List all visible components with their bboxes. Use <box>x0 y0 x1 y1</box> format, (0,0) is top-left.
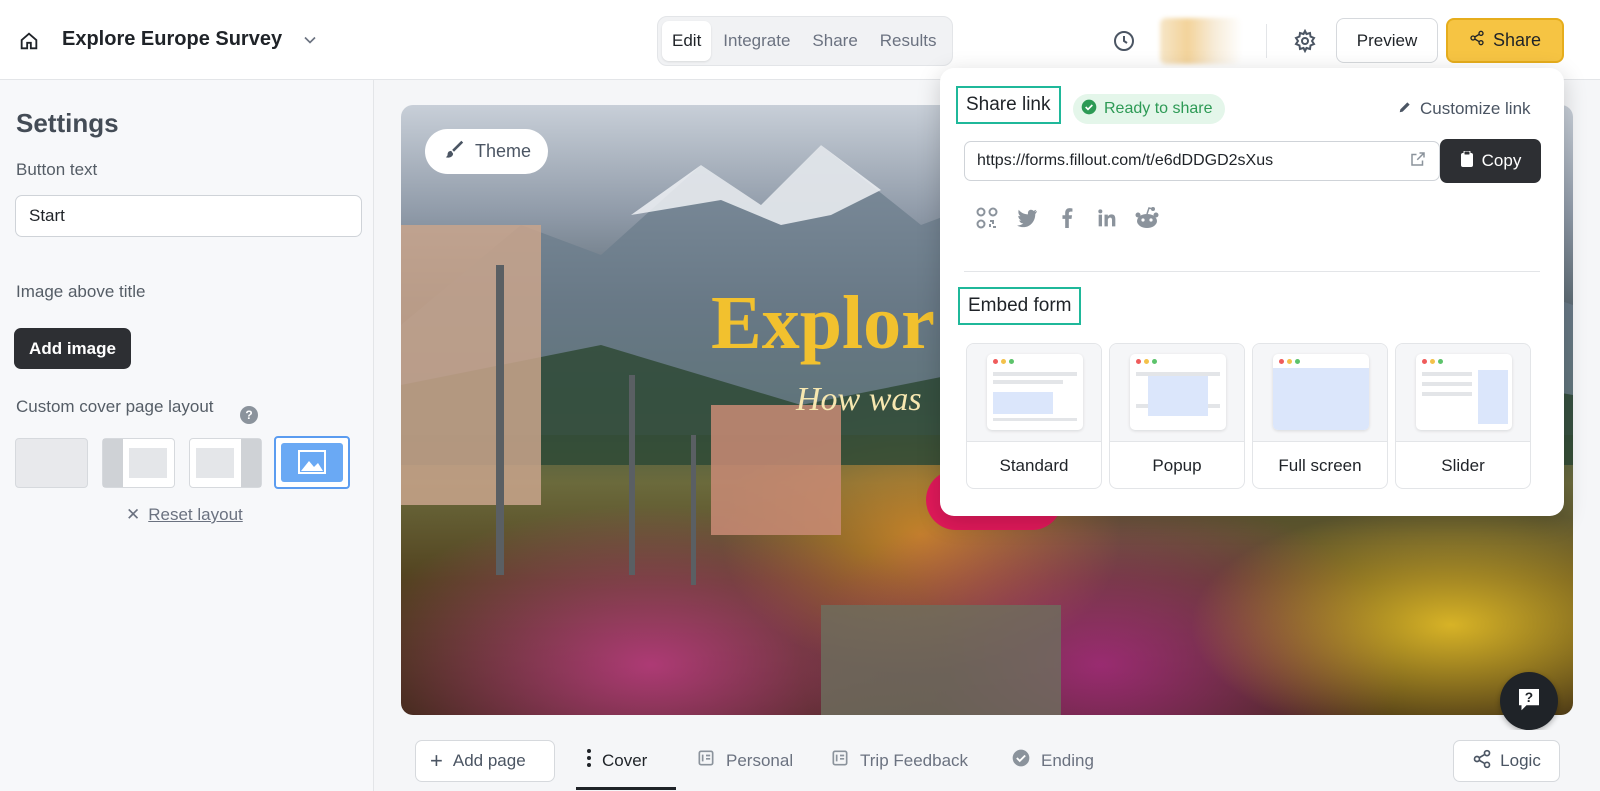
form-page-icon <box>696 748 716 773</box>
theme-button[interactable]: Theme <box>425 129 548 174</box>
check-circle-icon <box>1011 748 1031 773</box>
embed-popup-preview <box>1110 344 1244 442</box>
layout-option-right-image[interactable] <box>189 438 262 488</box>
settings-title: Settings <box>16 108 119 138</box>
add-image-button[interactable]: Add image <box>14 328 131 369</box>
layout-option-background-image[interactable] <box>274 436 350 489</box>
qr-code-icon[interactable] <box>974 205 1000 231</box>
page-tab-cover[interactable]: Cover <box>586 748 647 773</box>
image-icon <box>281 443 343 482</box>
reset-layout-link[interactable]: ✕ Reset layout <box>126 505 243 525</box>
clipboard-icon <box>1460 150 1474 172</box>
tab-share[interactable]: Share <box>802 21 867 61</box>
image-above-title-label: Image above title <box>16 282 146 301</box>
page-tab-ending[interactable]: Ending <box>1011 748 1094 773</box>
embed-option-standard[interactable]: Standard <box>966 343 1102 489</box>
copy-button[interactable]: Copy <box>1440 139 1541 183</box>
embed-option-full-screen[interactable]: Full screen <box>1252 343 1388 489</box>
gear-icon[interactable] <box>1293 28 1317 54</box>
share-icon <box>1469 30 1485 51</box>
pencil-icon <box>1398 99 1412 119</box>
dots-vertical-icon <box>586 748 592 773</box>
form-page-icon <box>830 748 850 773</box>
divider <box>1266 24 1267 58</box>
active-page-indicator <box>576 787 676 790</box>
page-bar <box>375 730 1600 791</box>
embed-standard-preview <box>967 344 1101 442</box>
share-button[interactable]: Share <box>1446 18 1564 63</box>
embed-slider-preview <box>1396 344 1530 442</box>
check-circle-icon <box>1081 99 1097 120</box>
logic-button[interactable]: Logic <box>1453 740 1560 782</box>
page-tab-personal[interactable]: Personal <box>696 748 793 773</box>
embed-option-slider[interactable]: Slider <box>1395 343 1531 489</box>
facebook-icon[interactable] <box>1054 205 1080 231</box>
help-chat-button[interactable]: ? <box>1500 672 1558 730</box>
reddit-icon[interactable] <box>1134 205 1160 231</box>
cover-layout-label: Custom cover page layout <box>16 397 214 416</box>
share-popup: Share link Ready to share Customize link… <box>940 68 1564 516</box>
add-page-button[interactable]: + Add page <box>415 740 555 782</box>
share-link-field[interactable]: https://forms.fillout.com/t/e6dDDGD2sXus <box>964 141 1440 181</box>
status-badge: Ready to share <box>1073 94 1225 124</box>
close-icon: ✕ <box>126 505 141 524</box>
question-icon: ? <box>1514 684 1544 719</box>
cover-subtitle[interactable]: How was <box>796 381 922 419</box>
cover-title[interactable]: Explor <box>711 280 935 367</box>
top-tabs: Edit Integrate Share Results <box>657 16 953 66</box>
button-text-input[interactable] <box>15 195 362 237</box>
embed-full-screen-preview <box>1253 344 1387 442</box>
linkedin-icon[interactable] <box>1094 205 1120 231</box>
tab-results[interactable]: Results <box>870 21 947 61</box>
paintbrush-icon <box>443 138 465 165</box>
plus-icon: + <box>430 748 443 773</box>
avatar[interactable] <box>1160 18 1242 64</box>
embed-form-heading: Embed form <box>958 287 1082 325</box>
share-button-label: Share <box>1492 30 1542 50</box>
external-link-icon[interactable] <box>1409 150 1427 173</box>
chevron-down-icon[interactable] <box>300 30 320 50</box>
layout-option-left-image[interactable] <box>102 438 175 488</box>
svg-text:?: ? <box>1525 690 1533 705</box>
history-icon[interactable] <box>1112 29 1136 53</box>
form-title[interactable]: Explore Europe Survey <box>62 28 282 51</box>
customize-link-button[interactable]: Customize link <box>1398 99 1531 119</box>
home-icon[interactable] <box>18 30 40 52</box>
divider <box>964 271 1540 272</box>
layout-option-plain[interactable] <box>15 438 88 488</box>
tab-edit[interactable]: Edit <box>662 21 712 61</box>
help-icon[interactable]: ? <box>240 406 258 424</box>
tab-integrate[interactable]: Integrate <box>713 21 800 61</box>
preview-button[interactable]: Preview <box>1336 18 1438 63</box>
page-tab-trip-feedback[interactable]: Trip Feedback <box>830 748 968 773</box>
share-link-heading: Share link <box>956 86 1061 124</box>
settings-sidebar: Settings Button text Image above title A… <box>0 80 374 791</box>
button-text-label: Button text <box>16 160 98 179</box>
twitter-icon[interactable] <box>1014 205 1040 231</box>
embed-option-popup[interactable]: Popup <box>1109 343 1245 489</box>
share-nodes-icon <box>1472 749 1492 774</box>
